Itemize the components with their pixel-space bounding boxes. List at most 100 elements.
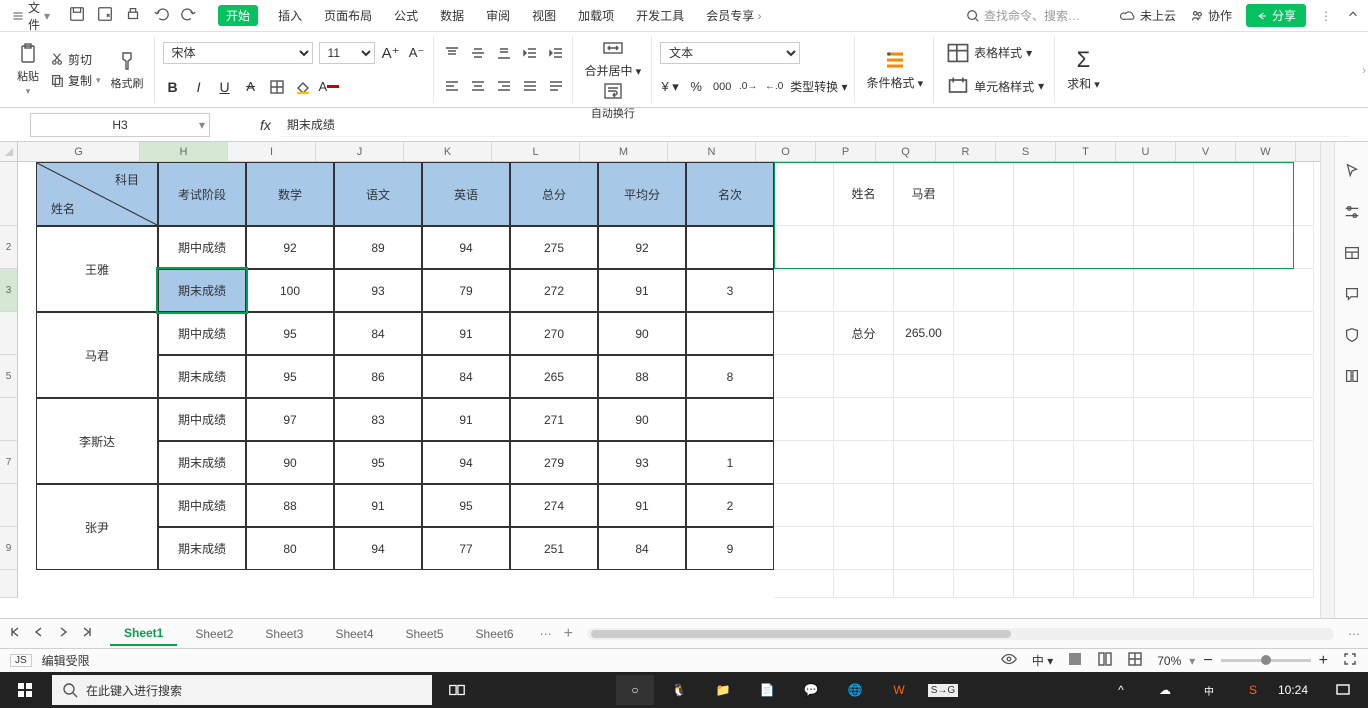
fullscreen-icon[interactable] — [1342, 651, 1358, 670]
cell[interactable]: 95 — [246, 355, 334, 398]
cell[interactable] — [686, 226, 774, 269]
cell[interactable]: 王雅 — [36, 226, 158, 312]
cell[interactable]: 92 — [246, 226, 334, 269]
cell[interactable] — [1014, 312, 1074, 355]
indent-dec-icon[interactable] — [520, 43, 540, 63]
cell[interactable]: 张尹 — [36, 484, 158, 570]
cell[interactable]: 91 — [422, 312, 510, 355]
row-header[interactable]: 5 — [0, 355, 18, 398]
col-header[interactable]: I — [228, 142, 316, 161]
number-format-select[interactable]: 文本 — [660, 42, 800, 64]
orientation-icon[interactable] — [546, 76, 566, 96]
view-break-icon[interactable] — [1127, 651, 1143, 670]
lang-icon[interactable]: 中 ▾ — [1032, 652, 1053, 669]
type-convert[interactable]: 类型转换 ▾ — [790, 78, 847, 95]
cell[interactable] — [1134, 570, 1194, 598]
cell[interactable]: 马君 — [36, 312, 158, 398]
cell[interactable] — [1134, 162, 1194, 226]
book-icon[interactable] — [1343, 367, 1361, 388]
cursor-tool-icon[interactable] — [1343, 162, 1361, 183]
formula-input[interactable]: 期末成绩 — [281, 113, 1348, 137]
cut-button[interactable]: 剪切 — [50, 51, 101, 68]
cell[interactable] — [1074, 355, 1134, 398]
cell[interactable]: 8 — [686, 355, 774, 398]
cell[interactable]: 79 — [422, 269, 510, 312]
col-header[interactable]: T — [1056, 142, 1116, 161]
row-header[interactable]: 9 — [0, 527, 18, 570]
row-header[interactable] — [0, 162, 18, 226]
cell[interactable] — [1194, 570, 1254, 598]
col-header[interactable]: O — [756, 142, 816, 161]
cell[interactable]: 姓名 — [834, 162, 894, 226]
app-icon[interactable]: 📁 — [704, 675, 742, 705]
col-header[interactable]: G — [18, 142, 140, 161]
cell[interactable]: 94 — [422, 226, 510, 269]
cell[interactable] — [1254, 527, 1314, 570]
cell[interactable] — [774, 527, 834, 570]
cell[interactable] — [1074, 570, 1134, 598]
row-header[interactable] — [0, 398, 18, 441]
cell[interactable] — [1014, 570, 1074, 598]
cell[interactable] — [834, 527, 894, 570]
cell[interactable] — [686, 398, 774, 441]
print-icon[interactable] — [124, 5, 142, 26]
decrease-font-icon[interactable]: A⁻ — [407, 43, 427, 63]
font-family-select[interactable]: 宋体 — [163, 42, 313, 64]
tab-data[interactable]: 数据 — [438, 5, 466, 26]
cell[interactable]: 95 — [246, 312, 334, 355]
settings-slider-icon[interactable] — [1343, 203, 1361, 224]
cell[interactable]: 期末成绩 — [158, 355, 246, 398]
increase-font-icon[interactable]: A⁺ — [381, 43, 401, 63]
cell[interactable]: 李斯达 — [36, 398, 158, 484]
cell[interactable]: 94 — [422, 441, 510, 484]
cell[interactable] — [1134, 226, 1194, 269]
merge-center-button[interactable]: 合并居中 ▾ — [581, 36, 646, 79]
layout-panel-icon[interactable] — [1343, 244, 1361, 265]
paste-button[interactable]: 粘贴▾ — [12, 42, 44, 97]
cell[interactable] — [1194, 226, 1254, 269]
percent-icon[interactable]: % — [686, 77, 706, 97]
dec-decimal-icon[interactable]: ←.0 — [764, 77, 784, 97]
cell[interactable] — [1134, 441, 1194, 484]
cell[interactable]: 93 — [334, 269, 422, 312]
cell[interactable] — [1194, 162, 1254, 226]
currency-icon[interactable]: ¥ ▾ — [660, 77, 680, 97]
cell[interactable] — [954, 527, 1014, 570]
sheet-tab[interactable]: Sheet2 — [181, 623, 247, 645]
col-header[interactable]: R — [936, 142, 996, 161]
cell[interactable] — [1254, 269, 1314, 312]
cell[interactable]: 英语 — [422, 162, 510, 226]
app-icon[interactable]: 🐧 — [660, 675, 698, 705]
redo-icon[interactable] — [180, 5, 198, 26]
sheet-nav-first[interactable] — [8, 625, 22, 642]
cell[interactable]: 期中成绩 — [158, 398, 246, 441]
cell[interactable]: 95 — [334, 441, 422, 484]
cell[interactable] — [894, 441, 954, 484]
command-search[interactable]: 查找命令、搜索… — [966, 7, 1106, 24]
border-icon[interactable] — [267, 77, 287, 97]
col-header[interactable]: J — [316, 142, 404, 161]
tab-formula[interactable]: 公式 — [392, 5, 420, 26]
cell[interactable]: 265 — [510, 355, 598, 398]
cell[interactable]: 86 — [334, 355, 422, 398]
add-sheet-icon[interactable]: + — [564, 625, 573, 643]
cell[interactable]: 3 — [686, 269, 774, 312]
save-as-icon[interactable] — [96, 5, 114, 26]
save-icon[interactable] — [68, 5, 86, 26]
cell[interactable] — [834, 398, 894, 441]
chat-icon[interactable] — [1343, 285, 1361, 306]
cell[interactable]: 95 — [422, 484, 510, 527]
tab-vip[interactable]: 会员专享 › — [704, 5, 763, 26]
cell[interactable] — [1074, 527, 1134, 570]
cell[interactable] — [686, 312, 774, 355]
strike-icon[interactable]: A — [241, 77, 261, 97]
justify-icon[interactable] — [520, 76, 540, 96]
cell[interactable] — [834, 484, 894, 527]
cell[interactable]: 90 — [598, 312, 686, 355]
cell[interactable] — [1254, 162, 1314, 226]
sheet-tab[interactable]: Sheet5 — [392, 623, 458, 645]
cell[interactable] — [954, 162, 1014, 226]
cell[interactable]: 97 — [246, 398, 334, 441]
align-mid-icon[interactable] — [468, 43, 488, 63]
align-bot-icon[interactable] — [494, 43, 514, 63]
